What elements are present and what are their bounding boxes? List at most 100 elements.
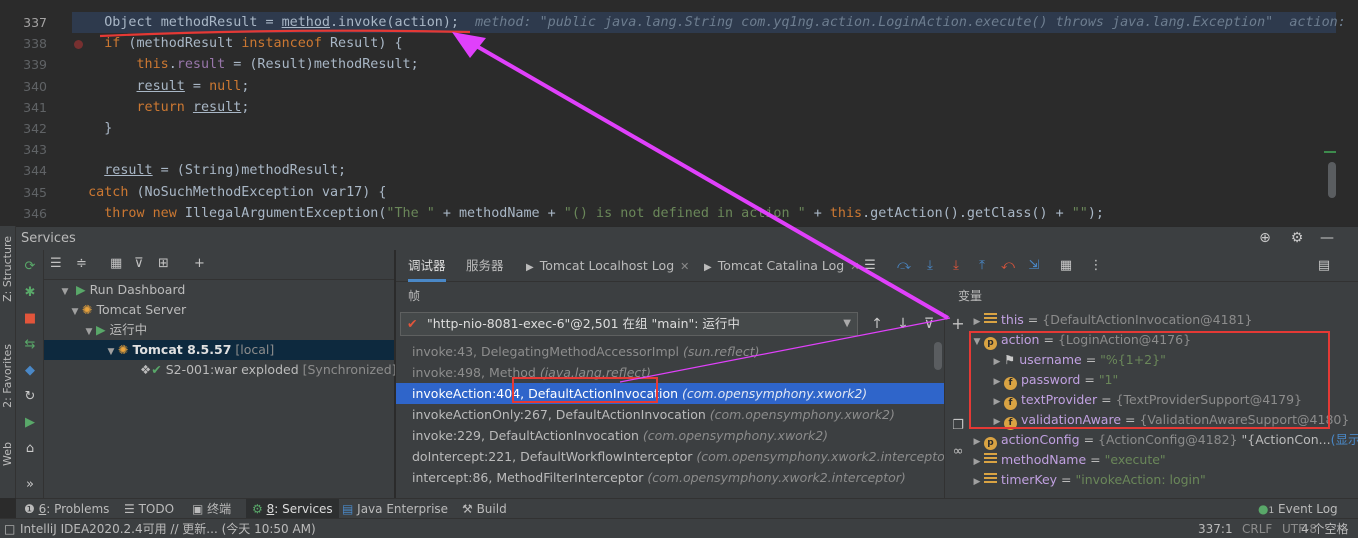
close-icon[interactable]: ✕: [680, 260, 689, 273]
tab-build[interactable]: ⚒ Build: [462, 499, 507, 519]
more-icon[interactable]: »: [20, 476, 40, 494]
update-icon[interactable]: ◆: [20, 362, 40, 380]
copy-icon[interactable]: ❐: [949, 418, 967, 433]
variable-row[interactable]: ▶ this = {DefaultActionInvocation@4181}: [970, 310, 1358, 330]
trace-icon[interactable]: ⋮: [1088, 258, 1104, 273]
web-tool-tab[interactable]: Web: [1, 442, 14, 466]
line-separator[interactable]: CRLF: [1242, 519, 1272, 538]
tab-terminal[interactable]: ▣ 终端: [192, 499, 231, 519]
resume-icon[interactable]: ▶: [20, 414, 40, 432]
favorites-tool-tab[interactable]: 2: Favorites: [1, 344, 14, 408]
expand-arrow-icon[interactable]: ▼: [104, 342, 118, 362]
tree-item-running[interactable]: ▼ ▶ 运行中: [44, 320, 394, 340]
open-browser-icon[interactable]: ⌂: [20, 440, 40, 458]
structure-tool-tab[interactable]: Z: Structure: [1, 236, 14, 302]
new-tab-icon[interactable]: ⊞: [158, 256, 169, 271]
close-icon[interactable]: ✕: [850, 260, 859, 273]
evaluate-icon[interactable]: ▦: [1058, 258, 1074, 273]
expand-arrow-icon[interactable]: ▶: [970, 432, 984, 452]
code-lines[interactable]: Object methodResult = method.invoke(acti…: [72, 12, 1346, 224]
step-over-icon[interactable]: ⤼: [896, 258, 912, 273]
code-line: if (methodResult instanceof Result) {: [104, 36, 403, 52]
thread-selector[interactable]: ✔ "http-nio-8081-exec-6"@2,501 在组 "main"…: [400, 312, 858, 336]
caret-position[interactable]: 337:1: [1198, 519, 1233, 538]
artifact-icon: ❖: [140, 362, 152, 377]
variable-row[interactable]: ▶ methodName = "execute": [970, 450, 1358, 470]
step-out-icon[interactable]: ⤒: [974, 258, 990, 273]
running-icon: ▶: [96, 322, 110, 337]
code-line: throw new IllegalArgumentException("The …: [104, 205, 1104, 221]
tab-debugger[interactable]: 调试器: [408, 250, 446, 282]
frame-row[interactable]: invoke:498, Method (java.lang.reflect): [396, 362, 944, 383]
step-into-icon[interactable]: ⤓: [922, 258, 938, 273]
variable-row[interactable]: ▶ p actionConfig = {ActionConfig@4182} "{A…: [970, 430, 1358, 450]
tree-item-artifact[interactable]: ❖✔ S2-001:war exploded [Synchronized]: [44, 360, 397, 380]
stop-icon[interactable]: ■: [20, 310, 40, 328]
add-watch-icon[interactable]: +: [949, 314, 967, 333]
tab-event-log[interactable]: ●1 Event Log: [1258, 499, 1338, 519]
drop-frame-icon[interactable]: ⤺: [1000, 258, 1016, 273]
code-editor[interactable]: 337 338 339 340 341 342 343 344 345 346 …: [0, 0, 1358, 226]
expand-arrow-icon[interactable]: ▶: [970, 312, 984, 332]
tab-java-enterprise[interactable]: ▤ Java Enterprise: [342, 499, 448, 519]
tree-item-tomcat-server[interactable]: ▼ ✺ Tomcat Server: [44, 300, 394, 320]
collapse-all-icon[interactable]: ≑: [76, 256, 87, 271]
code-line: this.result = (Result)methodResult;: [136, 57, 419, 73]
debug-icon[interactable]: ✱: [20, 284, 40, 302]
frame-up-icon[interactable]: ↑: [868, 316, 886, 332]
hammer-icon: ⚒: [462, 502, 477, 516]
tab-problems[interactable]: ❶ 6: Problems: [24, 499, 109, 519]
expand-arrow-icon[interactable]: ▶: [970, 472, 984, 492]
services-toolbar: ⟳ ✱ ■ ⇆ ◆ ↻ ▶ ⌂ »: [16, 250, 44, 498]
variable-row[interactable]: ▶ timerKey = "invokeAction: login": [970, 470, 1358, 490]
tab-todo[interactable]: ☰ TODO: [124, 499, 174, 519]
tab-services[interactable]: ⚙ 8: Services: [246, 499, 339, 519]
force-step-into-icon[interactable]: ⤓: [948, 258, 964, 273]
indent-setting[interactable]: 4 个空格: [1301, 519, 1348, 538]
frames-scrollbar[interactable]: [934, 342, 942, 370]
expand-arrow-icon[interactable]: ▼: [58, 282, 72, 302]
frame-row-selected[interactable]: invokeAction:404, DefaultActionInvocatio…: [396, 383, 944, 404]
line-number: 343: [23, 142, 47, 158]
tab-tomcat-localhost-log[interactable]: ▶ Tomcat Localhost Log ✕: [526, 250, 689, 282]
tab-tomcat-catalina-log[interactable]: ▶ Tomcat Catalina Log ✕: [704, 250, 859, 282]
show-link[interactable]: (显示: [1331, 432, 1358, 447]
frame-row[interactable]: doIntercept:221, DefaultWorkflowIntercep…: [396, 446, 944, 467]
line-number: 340: [23, 78, 47, 94]
debugger-tabs: 调试器 服务器 ▶ Tomcat Localhost Log ✕ ▶ Tomcat C…: [396, 250, 1358, 282]
restore-layout-icon[interactable]: ▤: [1316, 258, 1332, 273]
frames-list: invoke:43, DelegatingMethodAccessorImpl …: [396, 341, 944, 498]
rerun-icon[interactable]: ⟳: [20, 258, 40, 276]
add-service-icon[interactable]: +: [194, 256, 205, 271]
status-message[interactable]: IntelliJ IDEA2020.2.4可用 // 更新... (今天 10:…: [20, 519, 316, 538]
minimize-icon[interactable]: —: [1318, 230, 1336, 246]
run-to-cursor-icon[interactable]: ⇲: [1026, 258, 1042, 273]
annotation-box-frame: [512, 377, 658, 403]
list-icon: [984, 313, 997, 325]
expand-arrow-icon[interactable]: ▼: [82, 322, 96, 342]
line-number: 346: [23, 205, 47, 221]
frame-down-icon[interactable]: ↓: [894, 316, 912, 332]
editor-scrollbar[interactable]: [1328, 162, 1336, 198]
tree-item-run-dashboard[interactable]: ▼ ▶ Run Dashboard: [44, 280, 394, 300]
group-icon[interactable]: ▦: [110, 256, 122, 271]
status-square-icon[interactable]: □: [4, 519, 15, 538]
filter-icon[interactable]: ⊽: [134, 256, 144, 271]
target-icon[interactable]: ⊕: [1256, 230, 1274, 246]
tree-item-tomcat-instance[interactable]: ▼ ✺ Tomcat 8.5.57 [local]: [44, 340, 394, 360]
gear-icon[interactable]: ⚙: [1288, 230, 1306, 246]
layout-icon[interactable]: ☰: [862, 258, 878, 273]
glasses-icon[interactable]: ∞: [949, 444, 967, 459]
tab-server[interactable]: 服务器: [466, 250, 504, 282]
line-number: 345: [23, 184, 47, 200]
refresh-icon[interactable]: ↻: [20, 388, 40, 406]
frame-row[interactable]: intercept:86, MethodFilterInterceptor (c…: [396, 467, 944, 488]
deploy-icon[interactable]: ⇆: [20, 336, 40, 354]
frame-row[interactable]: invokeActionOnly:267, DefaultActionInvoc…: [396, 404, 944, 425]
frame-row[interactable]: invoke:229, DefaultActionInvocation (com…: [396, 425, 944, 446]
expand-arrow-icon[interactable]: ▶: [970, 452, 984, 472]
frame-row[interactable]: invoke:43, DelegatingMethodAccessorImpl …: [396, 341, 944, 362]
filter-frames-icon[interactable]: ⊽: [920, 316, 938, 332]
expand-arrow-icon[interactable]: ▼: [68, 302, 82, 322]
expand-all-icon[interactable]: ☰: [50, 256, 62, 271]
